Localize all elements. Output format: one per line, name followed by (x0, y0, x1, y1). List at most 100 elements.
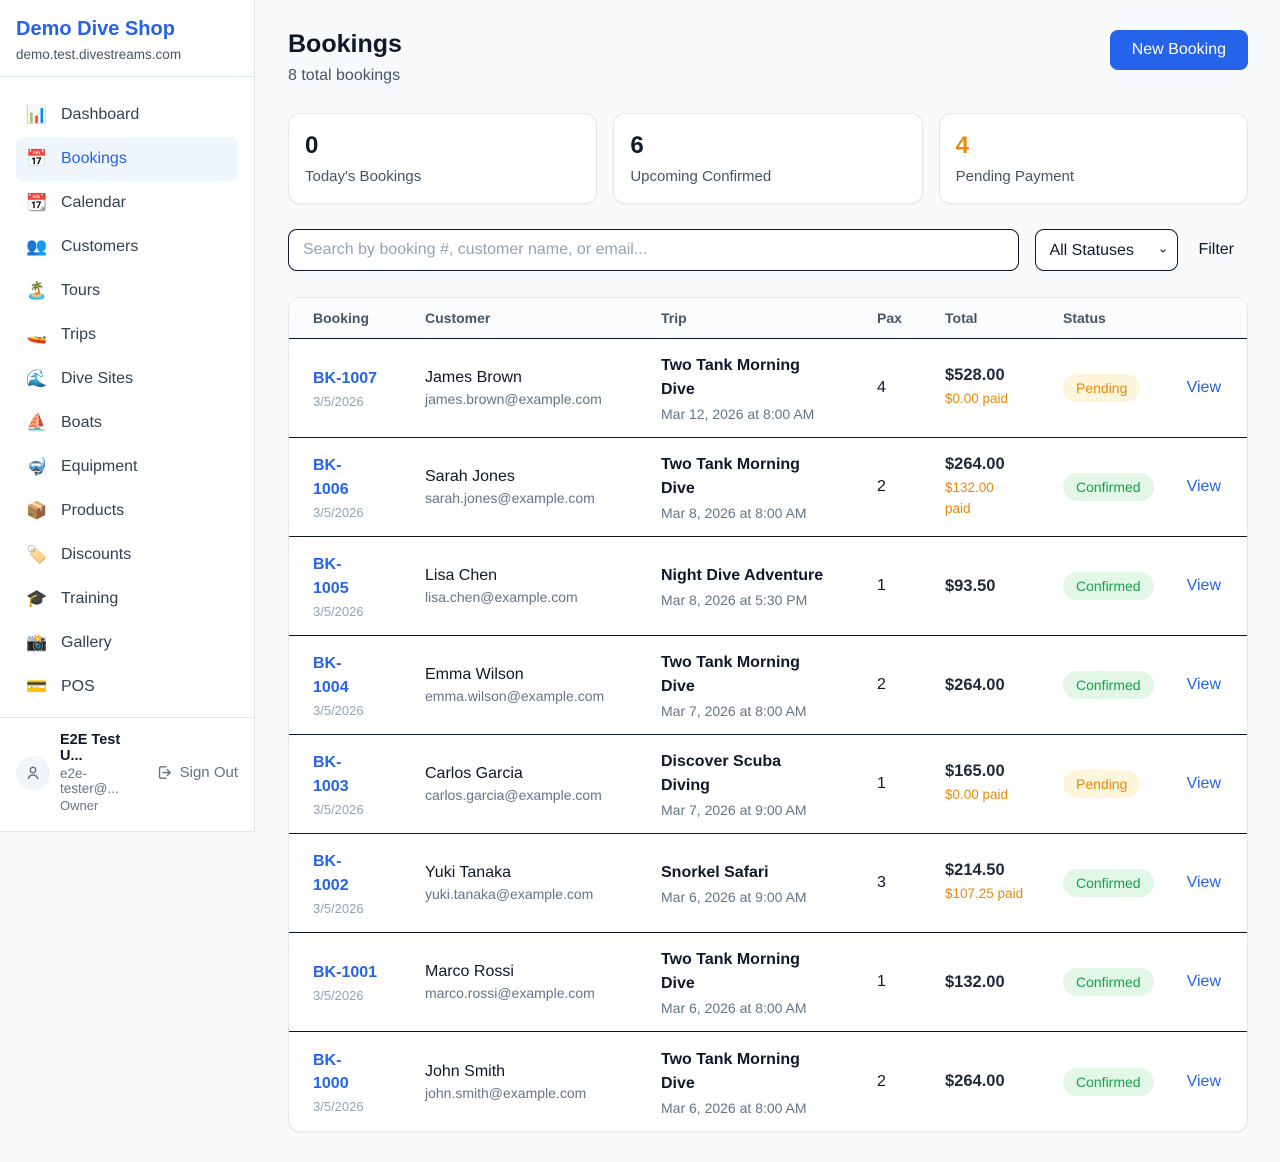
view-link[interactable]: View (1187, 577, 1221, 594)
total-cell: $264.00 (945, 676, 1063, 695)
total-amount: $93.50 (945, 577, 1063, 596)
trip-cell: Two Tank Morning Dive Mar 6, 2026 at 8:0… (661, 948, 877, 1016)
trip-name: Two Tank Morning Dive (661, 651, 877, 699)
sidebar-nav: 📊 Dashboard 📅 Bookings 📆 Calendar 👥 Cust… (0, 77, 254, 717)
status-cell: Confirmed (1063, 968, 1185, 996)
column-header-booking: Booking (313, 310, 425, 326)
booking-cell: BK- 1000 3/5/2026 (313, 1049, 425, 1114)
booking-id-link[interactable]: BK- 1004 (313, 652, 349, 698)
total-amount: $528.00 (945, 366, 1063, 385)
status-badge: Confirmed (1063, 1068, 1154, 1096)
customer-cell: James Brown james.brown@example.com (425, 369, 661, 407)
sidebar-item-customers[interactable]: 👥 Customers (16, 225, 238, 269)
column-header-trip: Trip (661, 310, 877, 326)
booking-date: 3/5/2026 (313, 394, 425, 409)
table-row: BK- 1005 3/5/2026 Lisa Chen lisa.chen@ex… (289, 537, 1247, 636)
filter-button[interactable]: Filter (1194, 241, 1248, 259)
actions-cell: View (1185, 1073, 1223, 1091)
speedboat-icon: 🚤 (26, 325, 48, 345)
pax-cell: 2 (877, 478, 945, 496)
trip-name: Two Tank Morning Dive (661, 948, 877, 996)
booking-date: 3/5/2026 (313, 901, 425, 916)
sidebar-item-discounts[interactable]: 🏷️ Discounts (16, 533, 238, 577)
booking-date: 3/5/2026 (313, 802, 425, 817)
trip-datetime: Mar 8, 2026 at 8:00 AM (661, 505, 877, 521)
customer-email: lisa.chen@example.com (425, 589, 661, 605)
view-link[interactable]: View (1187, 478, 1221, 495)
sidebar-item-training[interactable]: 🎓 Training (16, 577, 238, 621)
trip-name: Two Tank Morning Dive (661, 354, 877, 402)
booking-id-link[interactable]: BK-1007 (313, 367, 377, 390)
trip-name: Two Tank Morning Dive (661, 1048, 877, 1096)
customer-email: james.brown@example.com (425, 391, 661, 407)
search-input[interactable] (288, 229, 1019, 271)
booking-id-link[interactable]: BK- 1002 (313, 850, 349, 896)
booking-cell: BK-1001 3/5/2026 (313, 961, 425, 1003)
customer-cell: Marco Rossi marco.rossi@example.com (425, 963, 661, 1001)
sidebar-item-label: Calendar (61, 194, 126, 212)
total-amount: $214.50 (945, 861, 1063, 880)
package-icon: 📦 (26, 501, 48, 521)
sidebar-item-label: Bookings (61, 150, 127, 168)
sidebar-item-trips[interactable]: 🚤 Trips (16, 313, 238, 357)
total-cell: $264.00 $132.00 paid (945, 455, 1063, 519)
island-icon: 🏝️ (26, 281, 48, 301)
total-cell: $264.00 (945, 1072, 1063, 1091)
sign-out-button[interactable]: Sign Out (156, 764, 238, 781)
view-link[interactable]: View (1187, 874, 1221, 891)
user-meta: E2E Test U... e2e-tester@... Owner (60, 732, 146, 813)
new-booking-button[interactable]: New Booking (1110, 30, 1248, 70)
view-link[interactable]: View (1187, 775, 1221, 792)
booking-id-link[interactable]: BK- 1006 (313, 454, 349, 500)
customer-email: marco.rossi@example.com (425, 985, 661, 1001)
sidebar-item-dive-sites[interactable]: 🌊 Dive Sites (16, 357, 238, 401)
booking-date: 3/5/2026 (313, 505, 425, 520)
customer-cell: Emma Wilson emma.wilson@example.com (425, 666, 661, 704)
view-link[interactable]: View (1187, 1073, 1221, 1090)
paid-amount: $0.00 paid (945, 785, 1063, 805)
sidebar-item-calendar[interactable]: 📆 Calendar (16, 181, 238, 225)
actions-cell: View (1185, 478, 1223, 496)
user-email: e2e-tester@... (60, 766, 146, 796)
trip-datetime: Mar 7, 2026 at 8:00 AM (661, 703, 877, 719)
booking-id-link[interactable]: BK- 1000 (313, 1049, 349, 1095)
sidebar-item-bookings[interactable]: 📅 Bookings (16, 137, 238, 181)
view-link[interactable]: View (1187, 379, 1221, 396)
trip-cell: Two Tank Morning Dive Mar 8, 2026 at 8:0… (661, 453, 877, 521)
booking-cell: BK- 1004 3/5/2026 (313, 652, 425, 717)
sidebar-item-products[interactable]: 📦 Products (16, 489, 238, 533)
paid-amount: $132.00 paid (945, 478, 1063, 519)
customer-email: john.smith@example.com (425, 1085, 661, 1101)
view-link[interactable]: View (1187, 676, 1221, 693)
status-filter-select[interactable]: All Statuses (1035, 229, 1178, 271)
table-row: BK- 1006 3/5/2026 Sarah Jones sarah.jone… (289, 438, 1247, 537)
booking-date: 3/5/2026 (313, 1099, 425, 1114)
customer-cell: Yuki Tanaka yuki.tanaka@example.com (425, 864, 661, 902)
pax-cell: 2 (877, 676, 945, 694)
sidebar-item-equipment[interactable]: 🤿 Equipment (16, 445, 238, 489)
sidebar-item-gallery[interactable]: 📸 Gallery (16, 621, 238, 665)
trip-cell: Two Tank Morning Dive Mar 6, 2026 at 8:0… (661, 1048, 877, 1116)
status-cell: Confirmed (1063, 572, 1185, 600)
customer-name: James Brown (425, 369, 661, 387)
sidebar-item-tours[interactable]: 🏝️ Tours (16, 269, 238, 313)
stat-card-pending-payment: 4 Pending Payment (939, 113, 1248, 204)
booking-id-link[interactable]: BK- 1005 (313, 553, 349, 599)
sailboat-icon: ⛵ (26, 413, 48, 433)
status-cell: Confirmed (1063, 473, 1185, 501)
sidebar-item-label: POS (61, 678, 95, 696)
sidebar-item-dashboard[interactable]: 📊 Dashboard (16, 93, 238, 137)
column-header-pax: Pax (877, 310, 945, 326)
status-badge: Pending (1063, 770, 1140, 798)
customer-email: carlos.garcia@example.com (425, 787, 661, 803)
sidebar-item-pos[interactable]: 💳 POS (16, 665, 238, 709)
total-amount: $165.00 (945, 762, 1063, 781)
sidebar-item-boats[interactable]: ⛵ Boats (16, 401, 238, 445)
table-row: BK- 1002 3/5/2026 Yuki Tanaka yuki.tanak… (289, 834, 1247, 933)
actions-cell: View (1185, 874, 1223, 892)
booking-id-link[interactable]: BK- 1003 (313, 751, 349, 797)
stat-label: Upcoming Confirmed (630, 168, 905, 185)
booking-id-link[interactable]: BK-1001 (313, 961, 377, 984)
view-link[interactable]: View (1187, 973, 1221, 990)
customer-name: John Smith (425, 1063, 661, 1081)
